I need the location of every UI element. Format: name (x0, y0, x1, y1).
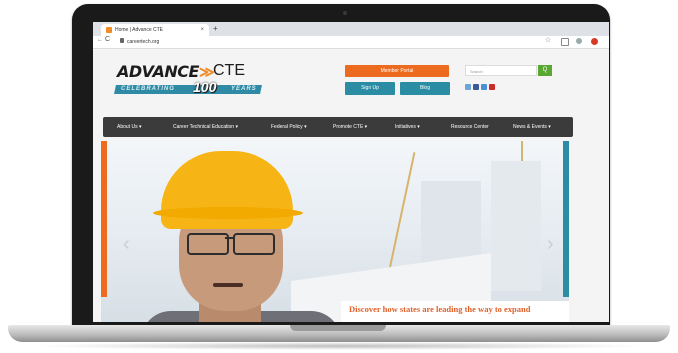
web-page: ADVANCE ≫ CTE CELEBRATING 100 YEARS Memb… (93, 49, 609, 322)
linkedin-icon[interactable] (481, 84, 487, 90)
browser-tab[interactable]: Home | Advance CTE × (101, 24, 209, 36)
favicon-icon (106, 27, 112, 33)
advance-cte-logo[interactable]: ADVANCE ≫ CTE CELEBRATING 100 YEARS (114, 62, 262, 102)
rss-icon[interactable] (465, 84, 471, 90)
logo-tagline: CELEBRATING (121, 86, 175, 92)
glasses-bridge (225, 237, 235, 239)
laptop-screen: Home | Advance CTE × + ← C careertech.or… (93, 22, 609, 322)
url-field[interactable]: careertech.org (127, 36, 159, 48)
facebook-icon[interactable] (473, 84, 479, 90)
chevron-left-icon[interactable]: ‹ (123, 233, 130, 256)
browser-tab-bar: Home | Advance CTE × + (93, 22, 609, 36)
member-portal-button[interactable]: Member Portal (345, 65, 449, 77)
search-input[interactable]: Search (465, 65, 537, 76)
nav-initiatives[interactable]: Initiatives ▾ (395, 117, 420, 137)
nav-news-events[interactable]: News & Events ▾ (513, 117, 551, 137)
blog-button[interactable]: Blog (400, 82, 450, 95)
address-bar: ← C careertech.org ☆ (93, 36, 609, 49)
nav-promote-cte[interactable]: Promote CTE ▾ (333, 117, 367, 137)
close-icon[interactable]: × (200, 24, 204, 36)
laptop-shadow (30, 342, 650, 350)
logo-word-cte: CTE (213, 62, 245, 79)
lock-icon (120, 38, 124, 43)
youtube-icon[interactable] (489, 84, 495, 90)
laptop-notch (290, 325, 386, 331)
logo-100: 100 (193, 79, 217, 95)
menu-icon[interactable] (591, 38, 598, 45)
hard-hat-brim (153, 207, 303, 219)
building-graphic (491, 161, 541, 291)
glasses-left (187, 233, 229, 255)
hero-caption[interactable]: Discover how states are leading the way … (349, 304, 530, 314)
nav-career-technical-education[interactable]: Career Technical Education ▾ (173, 117, 238, 137)
main-nav: About Us ▾ Career Technical Education ▾ … (103, 117, 573, 137)
hero-slider[interactable]: ‹ › Discover how states are leading the … (101, 141, 569, 322)
glasses-right (233, 233, 275, 255)
profile-icon[interactable] (576, 38, 582, 44)
hero-caption-box: Discover how states are leading the way … (341, 301, 569, 322)
crane-graphic (388, 152, 416, 270)
back-icon[interactable]: ← (97, 37, 103, 43)
nav-about-us[interactable]: About Us ▾ (117, 117, 141, 137)
hero-accent-right (563, 141, 569, 297)
hero-accent-left (101, 141, 107, 297)
logo-word-advance: ADVANCE (117, 62, 199, 81)
worker-mouth (213, 283, 243, 287)
search-button[interactable]: Q (538, 65, 552, 76)
webcam (343, 11, 347, 15)
reload-icon[interactable]: C (105, 36, 110, 43)
tab-title: Home | Advance CTE (115, 27, 163, 33)
extension-icon[interactable] (561, 38, 569, 46)
new-tab-button[interactable]: + (213, 24, 218, 34)
sign-up-button[interactable]: Sign Up (345, 82, 395, 95)
chevron-right-icon[interactable]: › (547, 233, 554, 256)
nav-federal-policy[interactable]: Federal Policy ▾ (271, 117, 307, 137)
nav-resource-center[interactable]: Resource Center (451, 117, 489, 137)
star-icon[interactable]: ☆ (545, 36, 551, 44)
logo-tagline-end: YEARS (231, 86, 257, 92)
